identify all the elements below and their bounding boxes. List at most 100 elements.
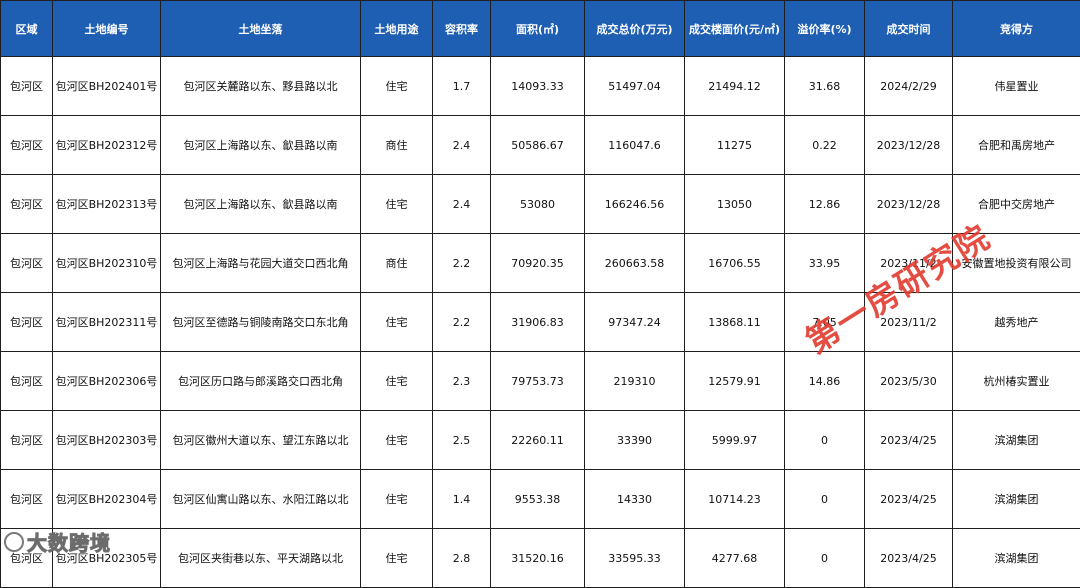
cell-land-use: 住宅 bbox=[361, 529, 433, 588]
cell-plot-ratio: 2.5 bbox=[433, 411, 491, 470]
cell-area: 31520.16 bbox=[491, 529, 585, 588]
table-row: 包河区 包河区BH202401号 包河区关麓路以东、黟县路以北 住宅 1.7 1… bbox=[1, 57, 1080, 116]
cell-area: 53080 bbox=[491, 175, 585, 234]
header-floor-price: 成交楼面价(元/㎡) bbox=[685, 1, 785, 57]
cell-plot-ratio: 2.4 bbox=[433, 116, 491, 175]
cell-floor-price: 16706.55 bbox=[685, 234, 785, 293]
table-row: 包河区 包河区BH202303号 包河区徽州大道以东、望江东路以北 住宅 2.5… bbox=[1, 411, 1080, 470]
cell-land-use: 商住 bbox=[361, 116, 433, 175]
cell-deal-date: 2023/12/28 bbox=[865, 116, 953, 175]
cell-district: 包河区 bbox=[1, 293, 53, 352]
table-row: 包河区 包河区BH202311号 包河区至德路与铜陵南路交口东北角 住宅 2.2… bbox=[1, 293, 1080, 352]
header-winner: 竞得方 bbox=[953, 1, 1080, 57]
cell-total-price: 14330 bbox=[585, 470, 685, 529]
cell-winner: 滨湖集团 bbox=[953, 470, 1080, 529]
cell-area: 70920.35 bbox=[491, 234, 585, 293]
logo-mark-icon bbox=[4, 532, 24, 552]
header-area: 面积(㎡) bbox=[491, 1, 585, 57]
cell-location: 包河区仙寓山路以东、水阳江路以北 bbox=[161, 470, 361, 529]
table-header-row: 区域 土地编号 土地坐落 土地用途 容积率 面积(㎡) 成交总价(万元) 成交楼… bbox=[1, 1, 1080, 57]
cell-land-use: 住宅 bbox=[361, 57, 433, 116]
cell-land-id: 包河区BH202312号 bbox=[53, 116, 161, 175]
cell-deal-date: 2023/4/25 bbox=[865, 529, 953, 588]
cell-deal-date: 2024/2/29 bbox=[865, 57, 953, 116]
cell-premium-rate: 7.05 bbox=[785, 293, 865, 352]
cell-deal-date: 2023/12/28 bbox=[865, 175, 953, 234]
cell-area: 22260.11 bbox=[491, 411, 585, 470]
cell-premium-rate: 0 bbox=[785, 470, 865, 529]
cell-floor-price: 12579.91 bbox=[685, 352, 785, 411]
cell-total-price: 166246.56 bbox=[585, 175, 685, 234]
cell-district: 包河区 bbox=[1, 352, 53, 411]
cell-district: 包河区 bbox=[1, 57, 53, 116]
cell-district: 包河区 bbox=[1, 470, 53, 529]
cell-land-use: 住宅 bbox=[361, 411, 433, 470]
cell-land-id: 包河区BH202304号 bbox=[53, 470, 161, 529]
cell-district: 包河区 bbox=[1, 175, 53, 234]
header-location: 土地坐落 bbox=[161, 1, 361, 57]
cell-deal-date: 2023/4/25 bbox=[865, 411, 953, 470]
table-row: 包河区 包河区BH202312号 包河区上海路以东、歙县路以南 商住 2.4 5… bbox=[1, 116, 1080, 175]
table-row: 包河区 包河区BH202313号 包河区上海路以东、歙县路以南 住宅 2.4 5… bbox=[1, 175, 1080, 234]
cell-premium-rate: 33.95 bbox=[785, 234, 865, 293]
cell-land-id: 包河区BH202306号 bbox=[53, 352, 161, 411]
cell-area: 31906.83 bbox=[491, 293, 585, 352]
cell-land-use: 住宅 bbox=[361, 293, 433, 352]
cell-area: 79753.73 bbox=[491, 352, 585, 411]
cell-floor-price: 10714.23 bbox=[685, 470, 785, 529]
cell-plot-ratio: 2.8 bbox=[433, 529, 491, 588]
cell-floor-price: 11275 bbox=[685, 116, 785, 175]
cell-location: 包河区夹街巷以东、平天湖路以北 bbox=[161, 529, 361, 588]
cell-deal-date: 2023/11/2 bbox=[865, 234, 953, 293]
cell-floor-price: 13868.11 bbox=[685, 293, 785, 352]
cell-district: 包河区 bbox=[1, 411, 53, 470]
cell-total-price: 116047.6 bbox=[585, 116, 685, 175]
cell-winner: 合肥和禹房地产 bbox=[953, 116, 1080, 175]
cell-district: 包河区 bbox=[1, 234, 53, 293]
cell-winner: 滨湖集团 bbox=[953, 411, 1080, 470]
cell-land-id: 包河区BH202311号 bbox=[53, 293, 161, 352]
cell-area: 9553.38 bbox=[491, 470, 585, 529]
cell-floor-price: 5999.97 bbox=[685, 411, 785, 470]
cell-total-price: 97347.24 bbox=[585, 293, 685, 352]
cell-land-use: 住宅 bbox=[361, 175, 433, 234]
table-row: 包河区 包河区BH202305号 包河区夹街巷以东、平天湖路以北 住宅 2.8 … bbox=[1, 529, 1080, 588]
corner-logo: 大数跨境 bbox=[4, 527, 111, 556]
cell-land-use: 住宅 bbox=[361, 352, 433, 411]
cell-plot-ratio: 1.4 bbox=[433, 470, 491, 529]
cell-plot-ratio: 1.7 bbox=[433, 57, 491, 116]
cell-land-id: 包河区BH202310号 bbox=[53, 234, 161, 293]
cell-winner: 越秀地产 bbox=[953, 293, 1080, 352]
cell-location: 包河区上海路以东、歙县路以南 bbox=[161, 175, 361, 234]
cell-plot-ratio: 2.2 bbox=[433, 234, 491, 293]
cell-floor-price: 21494.12 bbox=[685, 57, 785, 116]
cell-land-id: 包河区BH202401号 bbox=[53, 57, 161, 116]
cell-land-use: 商住 bbox=[361, 234, 433, 293]
cell-location: 包河区上海路与花园大道交口西北角 bbox=[161, 234, 361, 293]
corner-logo-text: 大数跨境 bbox=[27, 531, 111, 555]
cell-premium-rate: 0 bbox=[785, 411, 865, 470]
cell-location: 包河区关麓路以东、黟县路以北 bbox=[161, 57, 361, 116]
cell-location: 包河区至德路与铜陵南路交口东北角 bbox=[161, 293, 361, 352]
cell-area: 50586.67 bbox=[491, 116, 585, 175]
header-premium-rate: 溢价率(%) bbox=[785, 1, 865, 57]
cell-total-price: 33595.33 bbox=[585, 529, 685, 588]
cell-winner: 安徽置地投资有限公司 bbox=[953, 234, 1080, 293]
cell-premium-rate: 14.86 bbox=[785, 352, 865, 411]
cell-deal-date: 2023/5/30 bbox=[865, 352, 953, 411]
cell-premium-rate: 12.86 bbox=[785, 175, 865, 234]
cell-land-id: 包河区BH202303号 bbox=[53, 411, 161, 470]
cell-premium-rate: 31.68 bbox=[785, 57, 865, 116]
cell-plot-ratio: 2.3 bbox=[433, 352, 491, 411]
header-land-id: 土地编号 bbox=[53, 1, 161, 57]
cell-premium-rate: 0 bbox=[785, 529, 865, 588]
cell-total-price: 260663.58 bbox=[585, 234, 685, 293]
cell-winner: 滨湖集团 bbox=[953, 529, 1080, 588]
header-total-price: 成交总价(万元) bbox=[585, 1, 685, 57]
cell-location: 包河区上海路以东、歙县路以南 bbox=[161, 116, 361, 175]
cell-winner: 合肥中交房地产 bbox=[953, 175, 1080, 234]
table-row: 包河区 包河区BH202304号 包河区仙寓山路以东、水阳江路以北 住宅 1.4… bbox=[1, 470, 1080, 529]
cell-total-price: 51497.04 bbox=[585, 57, 685, 116]
cell-plot-ratio: 2.4 bbox=[433, 175, 491, 234]
header-land-use: 土地用途 bbox=[361, 1, 433, 57]
